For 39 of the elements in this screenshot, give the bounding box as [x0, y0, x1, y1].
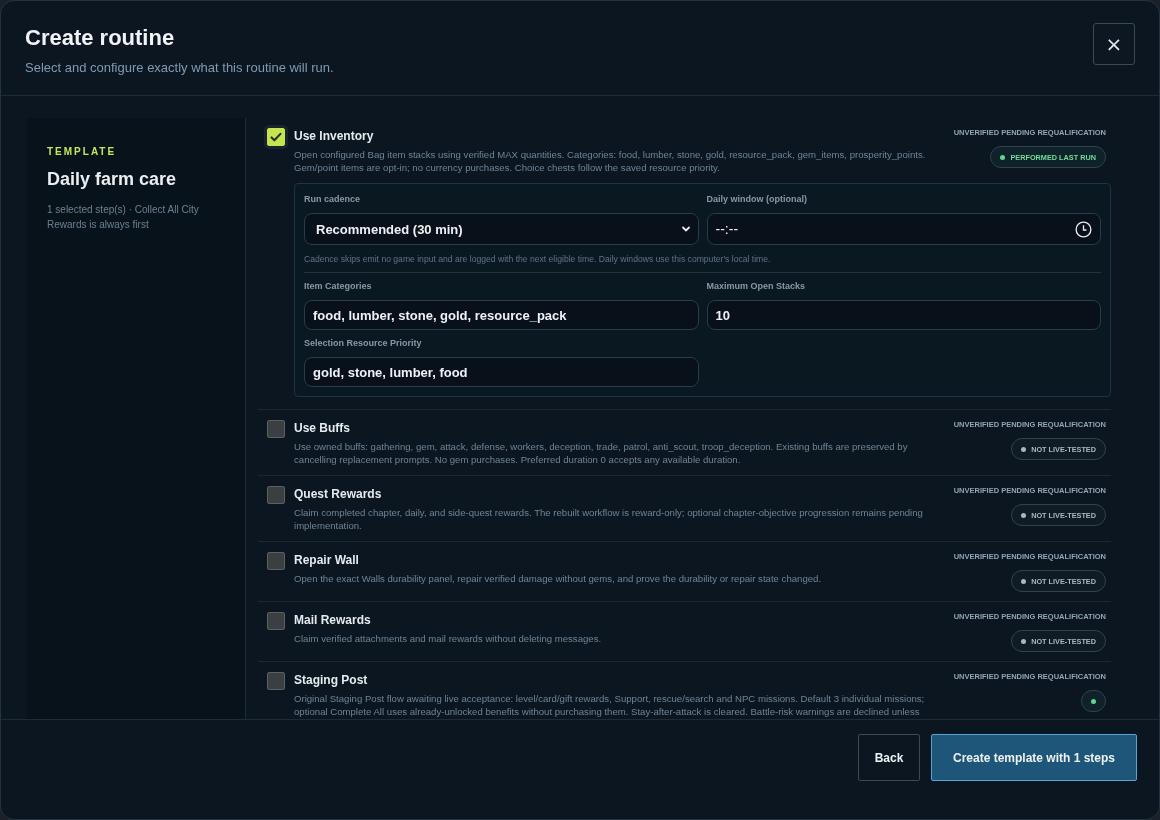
section-label: TEMPLATE: [47, 146, 118, 157]
field-label: Run cadence: [304, 194, 362, 204]
step-description: Use owned buffs: gathering, gem, attack, defense, workers, deception, trade, patrol, anti_scout, troop_deception. Existing buffs are preserved by cancelling replacement prompts. No gem purchases. Preferred duration 0 accepts any available duration.: [294, 440, 909, 466]
step-title: Quest Rewards: [294, 487, 383, 501]
step-title: Mail Rewards: [294, 613, 372, 627]
status-badge: [1081, 690, 1106, 712]
text-field[interactable]: gold, stone, lumber, food: [304, 357, 699, 387]
clock-icon[interactable]: [1075, 220, 1092, 238]
close-button[interactable]: ×: [1093, 23, 1135, 65]
step-description: Claim completed chapter, daily, and side-quest rewards. The rebuilt workflow is reward-only; optional chapter-objective progression remains pending implementation.: [294, 506, 924, 532]
field-label: Item Categories: [304, 281, 373, 291]
checkbox[interactable]: [267, 552, 285, 570]
field-label: Selection Resource Priority: [304, 338, 423, 348]
step-title: Use Buffs: [294, 421, 351, 435]
text-field[interactable]: food, lumber, stone, gold, resource_pack: [304, 300, 699, 330]
step-title: Repair Wall: [294, 553, 360, 567]
time-placeholder: --:--: [715, 221, 739, 237]
dialog-title: Create routine: [25, 25, 176, 51]
template-name: Daily farm care: [47, 169, 178, 190]
checkbox[interactable]: [267, 486, 285, 504]
step-description: Original Staging Post flow awaiting live acceptance: level/card/gift rewards, Support, rescue/search and NPC missions. Default 3 individual missions; optional Complete All uses already-unlocked benefits without purchasing them. Stay-after-attack is cleared. Battle-risk warnings are declined unless: [294, 692, 926, 718]
template-summary: 1 selected step(s) · Collect All City Rewards is always first: [47, 203, 200, 232]
checkbox[interactable]: [267, 672, 285, 690]
checkbox[interactable]: [267, 420, 285, 438]
field-label: Daily window (optional): [706, 194, 808, 204]
field-hint: Cadence skips emit no game input and are logged with the next eligible time. Daily windows use this computer's local time.: [304, 254, 772, 264]
checkbox[interactable]: [267, 612, 285, 630]
select-field[interactable]: Recommended (30 min): [304, 213, 699, 245]
step-description: Open the exact Walls durability panel, repair verified damage without gems, and prove the durability or repair state changed.: [294, 572, 823, 585]
step-title: Staging Post: [294, 673, 369, 687]
time-field[interactable]: --:--: [706, 213, 1101, 245]
create-button[interactable]: Create template with 1 steps: [931, 734, 1137, 781]
text-field[interactable]: 10: [706, 300, 1101, 330]
dialog-subtitle: Select and configure exactly what this routine will run.: [25, 60, 334, 75]
step-description: Claim verified attachments and mail rewards without deleting messages.: [294, 632, 603, 645]
step-title: Use Inventory: [294, 129, 375, 143]
back-button[interactable]: Back: [858, 734, 920, 781]
field-label: Maximum Open Stacks: [706, 281, 807, 291]
step-description: Open configured Bag item stacks using verified MAX quantities. Categories: food, lumber, stone, gold, resource_pack, gem_items, prosperity_points. Gem/point items are opt-in; no currency purchases. Choice chests follow the saved resource priority.: [294, 148, 927, 174]
